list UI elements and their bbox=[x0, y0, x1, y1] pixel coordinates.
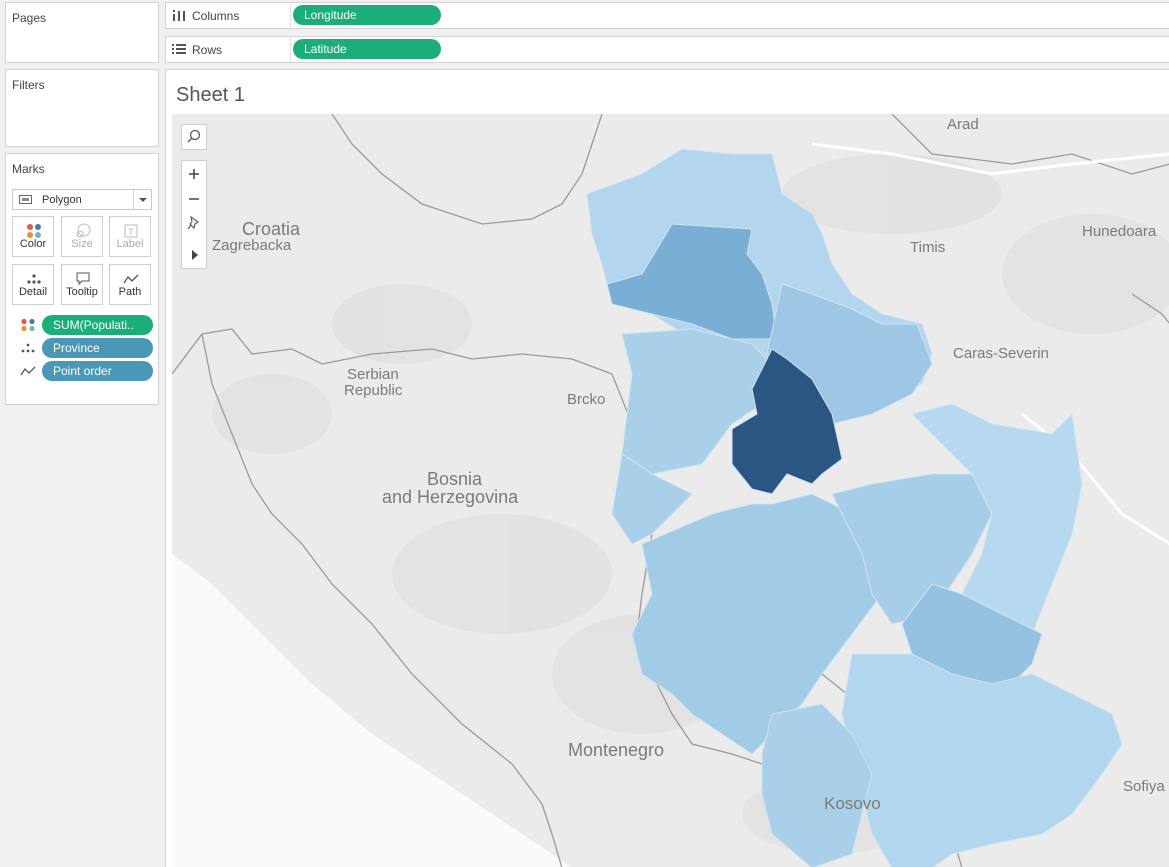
longitude-pill[interactable]: Longitude bbox=[293, 5, 441, 25]
mark-type-label: Polygon bbox=[42, 194, 82, 206]
path-icon bbox=[123, 274, 139, 284]
label-herzegovina: and Herzegovina bbox=[382, 487, 519, 507]
label-caras-severin: Caras-Severin bbox=[953, 345, 1049, 362]
svg-text:T: T bbox=[128, 227, 134, 237]
expand-toolbar-button[interactable] bbox=[182, 241, 206, 267]
label-button[interactable]: T Label bbox=[109, 216, 151, 257]
label-arad: Arad bbox=[947, 116, 979, 133]
color-icon bbox=[27, 224, 41, 238]
rows-shelf[interactable]: Rows Latitude bbox=[165, 36, 1169, 63]
detail-pill-row: Province bbox=[20, 338, 154, 358]
mark-type-dropdown[interactable]: Polygon bbox=[12, 189, 152, 210]
label-brcko: Brcko bbox=[567, 391, 605, 408]
zoom-out-icon bbox=[189, 198, 199, 200]
columns-shelf[interactable]: Columns Longitude bbox=[165, 2, 1169, 29]
tooltip-button-label: Tooltip bbox=[66, 286, 98, 298]
columns-icon bbox=[173, 10, 185, 21]
size-button-label: Size bbox=[71, 238, 93, 250]
expand-icon bbox=[192, 250, 198, 260]
zoom-in-button[interactable] bbox=[182, 161, 206, 187]
rows-label: Rows bbox=[192, 43, 223, 57]
sheet-title[interactable]: Sheet 1 bbox=[176, 84, 245, 107]
polygon-icon bbox=[19, 195, 32, 204]
map-view[interactable]: Arad Croatia Zagrebacka Timis Hunedoara … bbox=[172, 114, 1169, 867]
province-pill[interactable]: Province bbox=[42, 338, 153, 358]
label-republic: Republic bbox=[344, 382, 403, 399]
label-sofiya: Sofiya bbox=[1123, 778, 1165, 795]
province-south-east bbox=[841, 653, 1123, 867]
detail-icon bbox=[21, 343, 35, 353]
label-serbian: Serbian bbox=[347, 366, 399, 383]
latitude-pill[interactable]: Latitude bbox=[293, 39, 441, 59]
shelf-divider bbox=[290, 3, 291, 28]
marks-title: Marks bbox=[12, 162, 45, 176]
size-icon bbox=[76, 223, 91, 238]
path-button-label: Path bbox=[118, 286, 142, 298]
marks-card: Marks Polygon Color Size T Label Detail … bbox=[5, 153, 159, 405]
zoom-in-icon bbox=[189, 169, 199, 179]
detail-icon bbox=[27, 274, 41, 284]
tooltip-icon bbox=[76, 272, 90, 286]
population-sum-pill[interactable]: SUM(Populati.. bbox=[42, 315, 153, 335]
path-icon bbox=[20, 366, 36, 376]
tooltip-button[interactable]: Tooltip bbox=[61, 264, 103, 305]
pages-card[interactable]: Pages bbox=[5, 2, 159, 63]
color-button[interactable]: Color bbox=[12, 216, 54, 257]
shelf-divider bbox=[290, 37, 291, 62]
label-croatia: Croatia bbox=[242, 219, 301, 239]
search-icon bbox=[187, 129, 201, 143]
pin-map-button[interactable] bbox=[182, 211, 206, 237]
detail-button[interactable]: Detail bbox=[12, 264, 54, 305]
size-button[interactable]: Size bbox=[61, 216, 103, 257]
zoom-out-button[interactable] bbox=[182, 187, 206, 213]
label-kosovo: Kosovo bbox=[824, 794, 881, 813]
map-canvas: Arad Croatia Zagrebacka Timis Hunedoara … bbox=[172, 114, 1169, 867]
label-zagrebacka: Zagrebacka bbox=[212, 237, 292, 254]
chevron-down-icon[interactable] bbox=[133, 190, 151, 209]
pin-icon bbox=[187, 215, 199, 230]
rows-icon bbox=[172, 44, 186, 54]
label-hunedoara: Hunedoara bbox=[1082, 223, 1157, 240]
point-order-pill[interactable]: Point order bbox=[42, 361, 153, 381]
color-button-label: Color bbox=[19, 238, 47, 250]
pages-title: Pages bbox=[12, 11, 47, 25]
filters-card[interactable]: Filters bbox=[5, 69, 159, 147]
path-pill-row: Point order bbox=[20, 361, 154, 381]
filters-title: Filters bbox=[12, 78, 45, 92]
label-icon: T bbox=[124, 224, 138, 238]
color-icon bbox=[21, 318, 35, 332]
detail-button-label: Detail bbox=[18, 286, 48, 298]
label-montenegro: Montenegro bbox=[568, 740, 664, 760]
map-zoom-toolbar bbox=[181, 160, 207, 269]
columns-label: Columns bbox=[192, 9, 240, 23]
map-search-button[interactable] bbox=[181, 124, 207, 150]
label-bosnia: Bosnia bbox=[427, 469, 483, 489]
tableau-workspace: Pages Filters Marks Polygon Color Size T… bbox=[0, 0, 1169, 867]
path-button[interactable]: Path bbox=[109, 264, 151, 305]
label-timis: Timis bbox=[910, 239, 945, 256]
worksheet: Sheet 1 Arad Croatia Zagrebacka Timis Hu… bbox=[165, 69, 1169, 867]
label-button-label: Label bbox=[116, 238, 144, 250]
color-pill-row: SUM(Populati.. bbox=[20, 315, 154, 335]
